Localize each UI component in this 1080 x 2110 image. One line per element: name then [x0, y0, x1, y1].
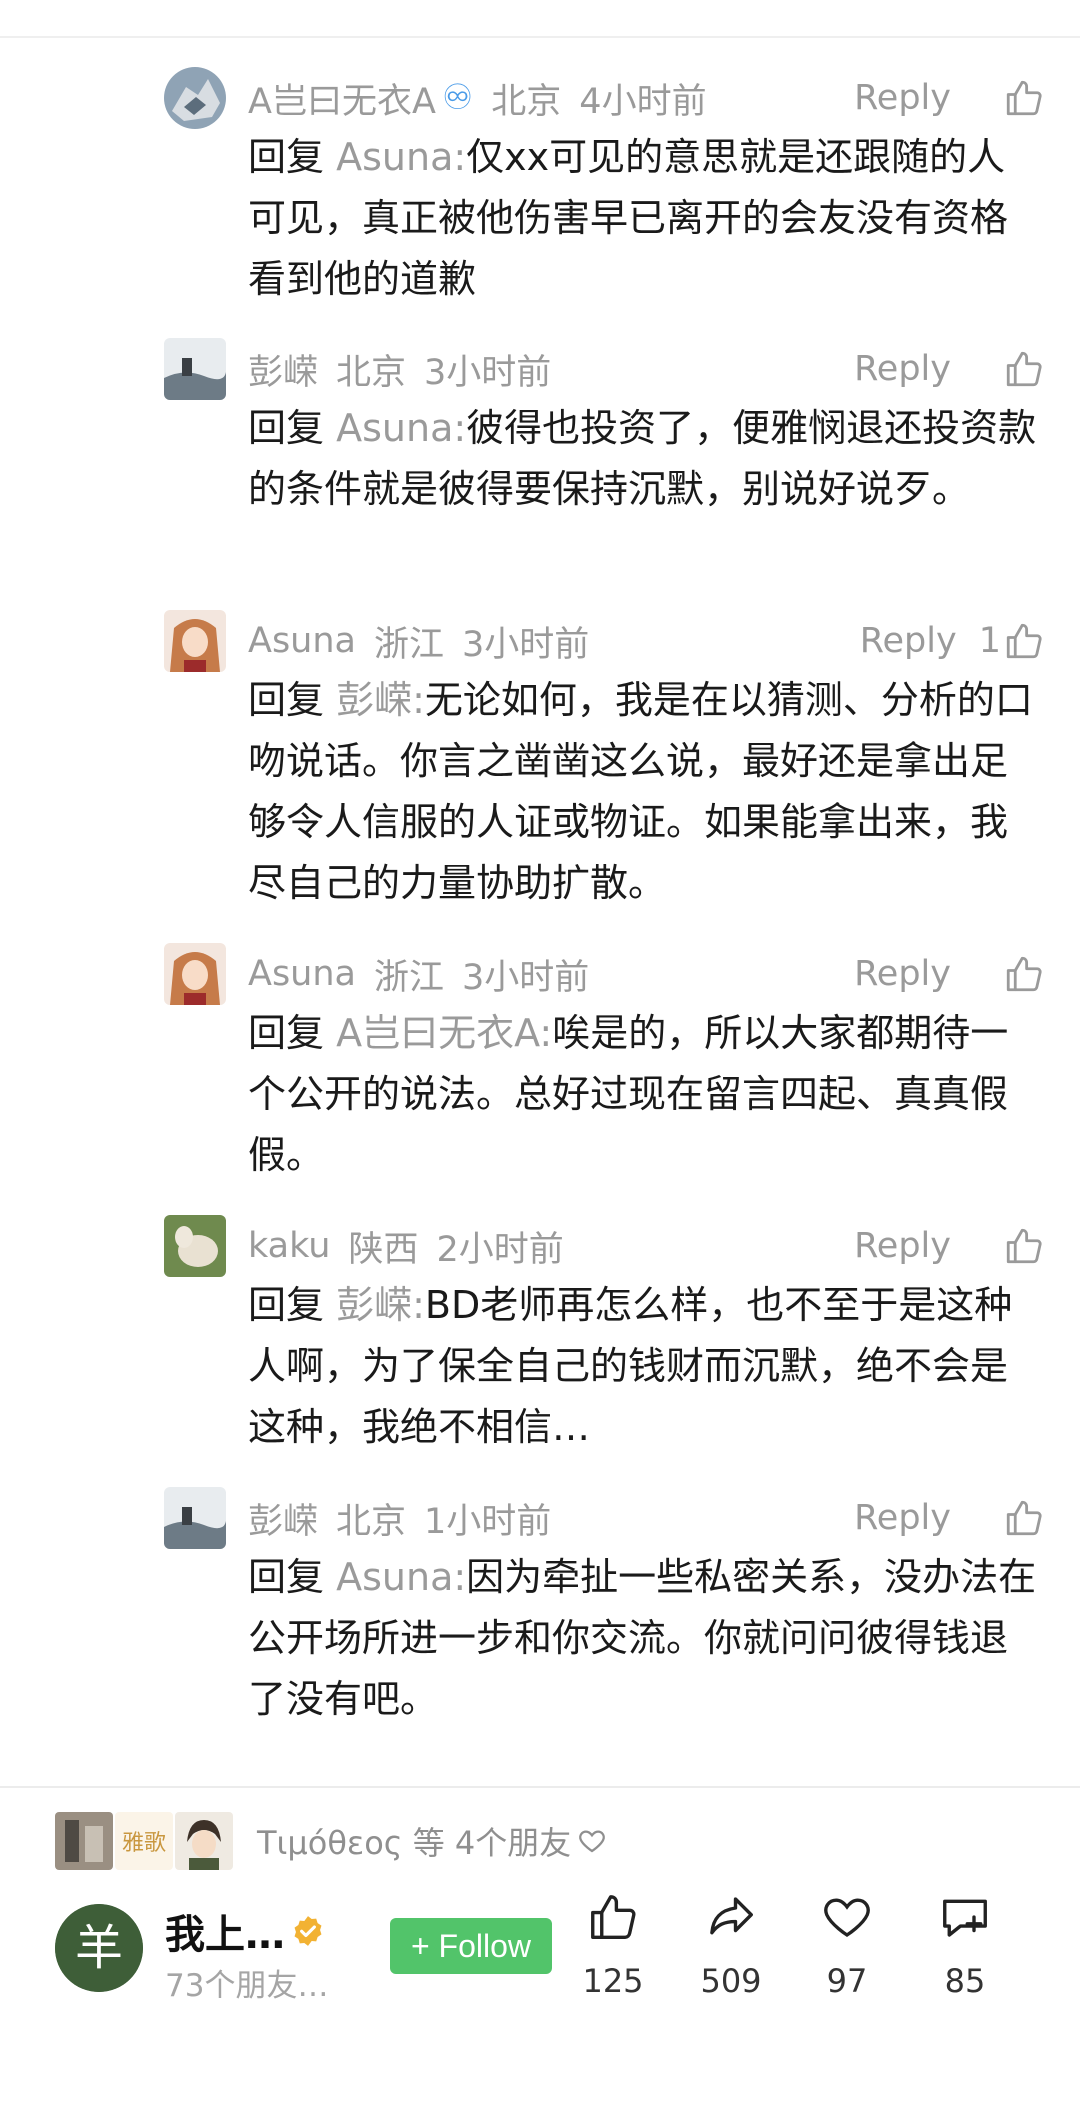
username[interactable]: A岂曰无衣A — [248, 73, 436, 124]
reply-prefix: 回复 — [248, 406, 325, 450]
timestamp: 3小时前 — [424, 352, 552, 393]
friend-avatar-text: 雅歌 — [121, 1831, 166, 1856]
avatar[interactable] — [164, 67, 226, 129]
timestamp: 3小时前 — [462, 957, 590, 998]
reply-button[interactable]: Reply — [854, 349, 951, 389]
comment-action[interactable]: 85 — [920, 1890, 1010, 2000]
reply-target[interactable]: Asuna: — [336, 406, 466, 450]
thumbs-up-icon[interactable] — [1003, 77, 1045, 119]
timestamp: 4小时前 — [579, 81, 707, 122]
comment-meta: A岂曰无衣A ♾ 北京 4小时前 — [248, 67, 707, 129]
comment-actions: Reply — [854, 943, 1045, 1005]
comment-meta: Asuna 浙江 3小时前 — [248, 610, 589, 672]
comment-actions: Reply — [854, 338, 1045, 400]
top-divider — [0, 36, 1080, 38]
comment-actions: Reply 1 — [860, 610, 1045, 672]
reply-prefix: 回复 — [248, 135, 325, 179]
location: 北京 — [491, 81, 562, 122]
comment-meta: 彭嵘 北京 3小时前 — [248, 338, 551, 400]
comment-body: 回复 彭嵘:无论如何，我是在以猜测、分析的口吻说话。你言之凿凿这么说，最好还是拿… — [248, 670, 1038, 914]
username[interactable]: Asuna — [248, 621, 356, 661]
favorite-count: 97 — [826, 1962, 868, 2000]
verified-badge-icon — [294, 1916, 322, 1946]
comment-meta: kaku 陕西 2小时前 — [248, 1215, 564, 1277]
favorite-action[interactable]: 97 — [802, 1890, 892, 2000]
reply-target[interactable]: 彭嵘: — [336, 678, 425, 722]
comment-actions: Reply — [854, 1215, 1045, 1277]
account-name-text: 我上… — [165, 1912, 285, 1958]
avatar[interactable] — [164, 1215, 226, 1277]
thumbs-up-icon[interactable] — [1003, 1225, 1045, 1267]
reply-button[interactable]: Reply — [854, 78, 951, 118]
reply-button[interactable]: Reply — [860, 621, 957, 661]
infinity-badge-icon: ♾ — [441, 78, 474, 118]
reply-button[interactable]: Reply — [854, 1226, 951, 1266]
heart-outline-icon — [579, 1830, 606, 1853]
avatar[interactable] — [164, 943, 226, 1005]
reply-prefix: 回复 — [248, 678, 325, 722]
comment-body: 回复 Asuna:仅xx可见的意思就是还跟随的人可见，真正被他伤害早已离开的会友… — [248, 127, 1038, 310]
share-count: 509 — [700, 1962, 762, 2000]
friend-avatar: 雅歌 — [115, 1812, 173, 1870]
friends-text: Τιμόθεος 等 4个朋友 — [257, 1818, 607, 1864]
reply-prefix: 回复 — [248, 1283, 325, 1327]
account-subtitle: 73个朋友… — [165, 1968, 329, 2004]
thumbs-up-icon[interactable] — [1003, 620, 1045, 662]
friends-liked-row[interactable]: 雅歌 Τιμόθεος 等 4个朋友 — [55, 1811, 607, 1871]
comment-count: 85 — [944, 1962, 986, 2000]
username[interactable]: kaku — [248, 1226, 330, 1266]
thumbs-up-icon[interactable] — [1003, 1497, 1045, 1539]
heart-icon — [824, 1898, 870, 1938]
like-action[interactable]: 125 — [568, 1890, 658, 2000]
timestamp: 3小时前 — [462, 624, 590, 665]
like-count: 125 — [582, 1962, 644, 2000]
comment-meta: 彭嵘 北京 1小时前 — [248, 1487, 551, 1549]
friend-avatar — [175, 1812, 233, 1870]
username[interactable]: 彭嵘 — [248, 344, 318, 395]
reply-target[interactable]: Asuna: — [336, 1555, 466, 1599]
comment-body: 回复 A岂曰无衣A:唉是的，所以大家都期待一个公开的说法。总好过现在留言四起、真… — [248, 1003, 1038, 1186]
reply-target[interactable]: A岂曰无衣A: — [336, 1011, 552, 1055]
comment-body: 回复 Asuna:因为牵扯一些私密关系，没办法在公开场所进一步和你交流。你就问问… — [248, 1547, 1038, 1730]
section-divider — [0, 1786, 1080, 1788]
location: 北京 — [336, 352, 407, 393]
thumbs-up-icon[interactable] — [1003, 348, 1045, 390]
reply-prefix: 回复 — [248, 1555, 325, 1599]
share-icon — [710, 1897, 753, 1935]
reply-button[interactable]: Reply — [854, 954, 951, 994]
location: 浙江 — [374, 957, 445, 998]
location: 陕西 — [348, 1229, 419, 1270]
location: 浙江 — [374, 624, 445, 665]
follow-button[interactable]: + Follow — [390, 1918, 552, 1974]
account-name[interactable]: 我上… — [165, 1902, 325, 1960]
location: 北京 — [336, 1501, 407, 1542]
avatar[interactable] — [164, 1487, 226, 1549]
reply-prefix: 回复 — [248, 1011, 325, 1055]
avatar[interactable] — [164, 338, 226, 400]
comment-add-icon — [943, 1899, 987, 1937]
comment-meta: Asuna 浙江 3小时前 — [248, 943, 589, 1005]
thumbs-up-icon[interactable] — [1003, 953, 1045, 995]
comment-body: 回复 Asuna:彼得也投资了，便雅悯退还投资款的条件就是彼得要保持沉默，别说好… — [248, 398, 1038, 520]
comment-actions: Reply — [854, 67, 1045, 129]
friend-avatar — [55, 1812, 113, 1870]
username[interactable]: Asuna — [248, 954, 356, 994]
account-avatar[interactable]: 羊 — [55, 1904, 143, 1992]
username[interactable]: 彭嵘 — [248, 1493, 318, 1544]
comment-body: 回复 彭嵘:BD老师再怎么样，也不至于是这种人啊，为了保全自己的钱财而沉默，绝不… — [248, 1275, 1038, 1458]
reply-target[interactable]: 彭嵘: — [336, 1283, 425, 1327]
share-action[interactable]: 509 — [686, 1890, 776, 2000]
friends-label: Τιμόθεος 等 4个朋友 — [257, 1824, 572, 1862]
comment-actions: Reply — [854, 1487, 1045, 1549]
reply-target[interactable]: Asuna: — [336, 135, 466, 179]
account-avatar-char: 羊 — [75, 1920, 123, 1976]
reply-button[interactable]: Reply — [854, 1498, 951, 1538]
thumbs-up-icon — [591, 1895, 636, 1939]
like-count: 1 — [978, 621, 1001, 661]
avatar[interactable] — [164, 610, 226, 672]
bottom-action-bar: 羊 我上… 73个朋友… + Follow 125 509 97 85 — [0, 1890, 1080, 2040]
timestamp: 1小时前 — [424, 1501, 552, 1542]
timestamp: 2小时前 — [436, 1229, 564, 1270]
